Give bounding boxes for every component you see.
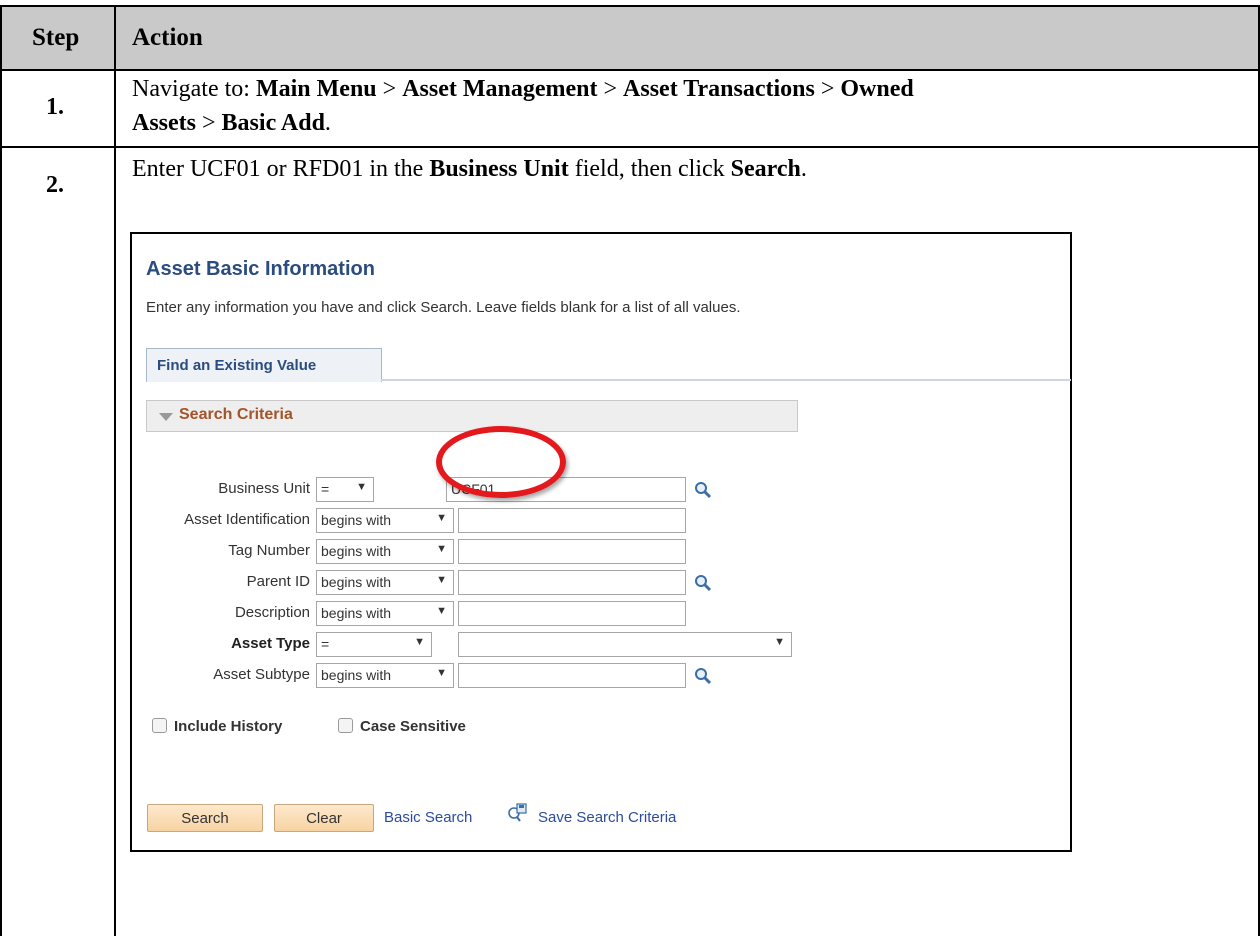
step-2-instruction: Enter UCF01 or RFD01 in the Business Uni… [132,156,807,182]
basic-search-link[interactable]: Basic Search [384,809,472,826]
table-border-left [0,5,2,936]
search-button[interactable]: Search [147,804,263,832]
parent-id-input[interactable] [458,570,686,595]
lookup-magnifier-icon[interactable] [694,574,712,592]
tag-number-operator[interactable]: begins with ▼ [316,539,454,564]
instruction-document: Step Action 1. Navigate to: Main Menu > … [0,0,1260,936]
clear-button[interactable]: Clear [274,804,374,832]
asset-type-select[interactable]: ▼ [458,632,792,657]
business-unit-operator[interactable]: = ▼ [316,477,374,502]
asset-subtype-input[interactable] [458,663,686,688]
asset-id-input[interactable] [458,508,686,533]
highlight-circle [436,426,566,498]
tag-number-input[interactable] [458,539,686,564]
asset-type-label: Asset Type [231,635,310,652]
table-border-top [0,5,1260,7]
search-criteria-section[interactable]: Search Criteria [146,400,798,432]
asset-subtype-operator[interactable]: begins with ▼ [316,663,454,688]
tab-divider [381,379,1071,381]
table-border-header [0,69,1260,71]
page-title: Asset Basic Information [146,258,375,280]
lookup-magnifier-icon[interactable] [694,481,712,499]
step-1-instruction: Navigate to: Main Menu > Asset Managemen… [132,76,914,136]
parent-id-label: Parent ID [246,573,310,590]
parent-id-operator[interactable]: begins with ▼ [316,570,454,595]
step-number: 1. [46,94,64,120]
asset-type-operator[interactable]: = ▼ [316,632,432,657]
include-history-checkbox[interactable] [152,718,167,733]
table-border-row1 [0,146,1260,148]
peoplesoft-screenshot: Asset Basic Information Enter any inform… [130,232,1072,852]
action-column-header: Action [132,24,203,51]
include-history-label: Include History [174,718,283,735]
case-sensitive-label: Case Sensitive [360,718,466,735]
save-search-criteria-link[interactable]: Save Search Criteria [538,809,676,826]
asset-id-operator[interactable]: begins with ▼ [316,508,454,533]
tab-find-existing-value[interactable]: Find an Existing Value [146,348,382,382]
section-label: Search Criteria [179,406,293,423]
step-column-header: Step [32,24,80,51]
table-border-middle [114,5,116,936]
step-number: 2. [46,172,64,198]
page-description: Enter any information you have and click… [146,299,741,316]
description-label: Description [234,604,310,621]
tag-number-label: Tag Number [228,542,310,559]
description-input[interactable] [458,601,686,626]
business-unit-label: Business Unit [218,480,310,497]
description-operator[interactable]: begins with ▼ [316,601,454,626]
collapse-triangle-icon[interactable] [159,413,173,421]
save-search-icon[interactable] [506,802,528,824]
case-sensitive-checkbox[interactable] [338,718,353,733]
asset-id-label: Asset Identification [184,511,310,528]
lookup-magnifier-icon[interactable] [694,667,712,685]
asset-subtype-label: Asset Subtype [213,666,310,683]
